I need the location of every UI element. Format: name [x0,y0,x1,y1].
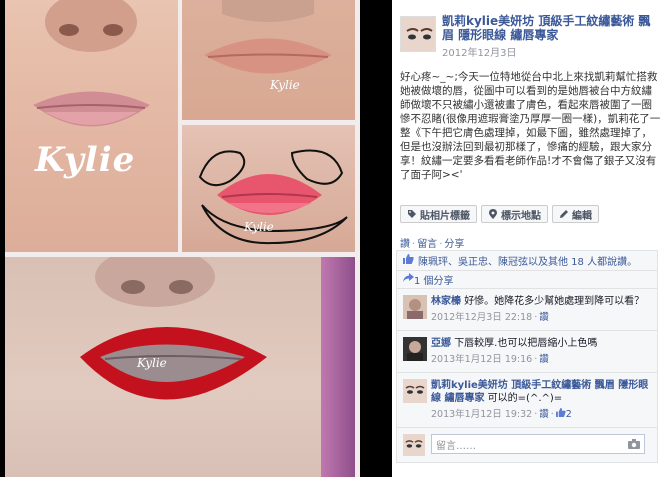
comment-like-link[interactable]: 讚 [539,354,549,365]
commenter-name[interactable]: 亞娜 [431,338,451,349]
post-body: 好心疼~_~;今天一位特地從台中北上來找凱莉幫忙搭救她被做壞的唇，從圖中可以看到… [400,71,661,181]
shares-text[interactable]: 1 個分享 [414,272,454,287]
user-avatar [403,434,425,456]
comment-time[interactable]: 2013年1月12日 19:32 [431,409,532,420]
commenter-name[interactable]: 林家榛 [431,296,461,307]
comment-time[interactable]: 2013年1月12日 19:16 [431,354,532,365]
watermark-kylie-small: Kylie [244,220,274,234]
edit-label: 編輯 [572,210,592,222]
thumbs-up-icon [555,408,566,417]
watermark-kylie-small: Kylie [137,356,167,370]
add-location-button[interactable]: 標示地點 [481,205,548,223]
lips-before-illustration [204,0,332,74]
like-count: 2 [565,409,572,420]
face-illustration [33,0,150,127]
tag-photo-button[interactable]: 貼相片標籤 [400,205,477,223]
thumbs-up-icon [403,254,414,267]
feedback-box: 陳珮玶、吳正忠、陳冠弦以及其他 18 人都說讚。 1 個分享 林家榛 好慘。她降… [396,250,658,463]
comment-item: 凱莉kylie美妍坊 頂級手工紋繡藝術 飄眉 隱形眼線 繡唇專家 可以的=(^.… [397,373,657,428]
photo-panel-face: Kylie [5,0,178,252]
location-icon [488,209,498,219]
comment-text: 可以的=(^.^)= [487,393,563,404]
lips-red-illustration [80,257,267,400]
camera-icon[interactable] [628,439,640,449]
comment-item: 林家榛 好慘。她降花多少幫她處理到降可以看？ 2012年12月3日 22:18 ·… [397,289,657,331]
commenter-avatar[interactable] [403,379,427,403]
share-icon [403,273,414,286]
comment-like-link[interactable]: 讚 [539,409,549,420]
page-avatar[interactable] [400,16,436,52]
tag-photo-label: 貼相片標籤 [420,210,470,222]
page-name-link[interactable]: 凱莉kylie美妍坊 頂級手工紋繡藝術 飄眉 隱形眼線 繡唇專家 [442,14,662,42]
commenter-avatar[interactable] [403,337,427,361]
comment-composer: 留言…… [397,428,657,462]
comment-item: 亞娜 下唇較厚.也可以把唇縮小上色嗎 2013年1月12日 19:16 · 讚 [397,331,657,373]
likes-summary: 陳珮玶、吳正忠、陳冠弦以及其他 18 人都說讚。 [397,251,657,271]
watermark-kylie-small: Kylie [270,78,300,92]
comment-like-count[interactable]: 2 [555,408,572,420]
comment-input[interactable]: 留言…… [431,434,645,454]
add-location-label: 標示地點 [501,210,541,222]
photo-panel-lips-outlined: Kylie [182,125,355,252]
comment-text: 下唇較厚.也可以把唇縮小上色嗎 [454,338,598,349]
comment-input-placeholder: 留言…… [436,440,476,452]
photo[interactable]: Kylie Kylie Kylie Kylie [5,0,360,477]
photo-actions: 貼相片標籤 標示地點 編輯 [400,205,599,223]
post-action-links: 讚 · 留言 · 分享 [400,239,465,250]
commenter-avatar[interactable] [403,295,427,319]
like-link[interactable]: 讚 [400,239,410,250]
comment-link[interactable]: 留言 [417,239,437,250]
comment-like-link[interactable]: 讚 [539,312,549,323]
likes-text[interactable]: 陳珮玶、吳正忠、陳冠弦以及其他 18 人都說讚。 [418,253,637,268]
comment-time[interactable]: 2012年12月3日 22:18 [431,312,532,323]
post-date[interactable]: 2012年12月3日 [442,44,517,59]
photo-sidebar: 凱莉kylie美妍坊 頂級手工紋繡藝術 飄眉 隱形眼線 繡唇專家 2012年12… [392,0,668,477]
background-pillow [321,257,355,477]
photo-panel-lips-red: Kylie [5,257,355,477]
tag-icon [407,209,417,219]
shares-summary: 1 個分享 [397,271,657,289]
comment-text: 好慘。她降花多少幫她處理到降可以看？ [464,296,645,307]
edit-button[interactable]: 編輯 [552,205,599,223]
pencil-icon [559,209,569,219]
share-link[interactable]: 分享 [444,239,464,250]
photo-panel-lips-before: Kylie [182,0,355,120]
watermark-kylie: Kylie [35,140,136,180]
